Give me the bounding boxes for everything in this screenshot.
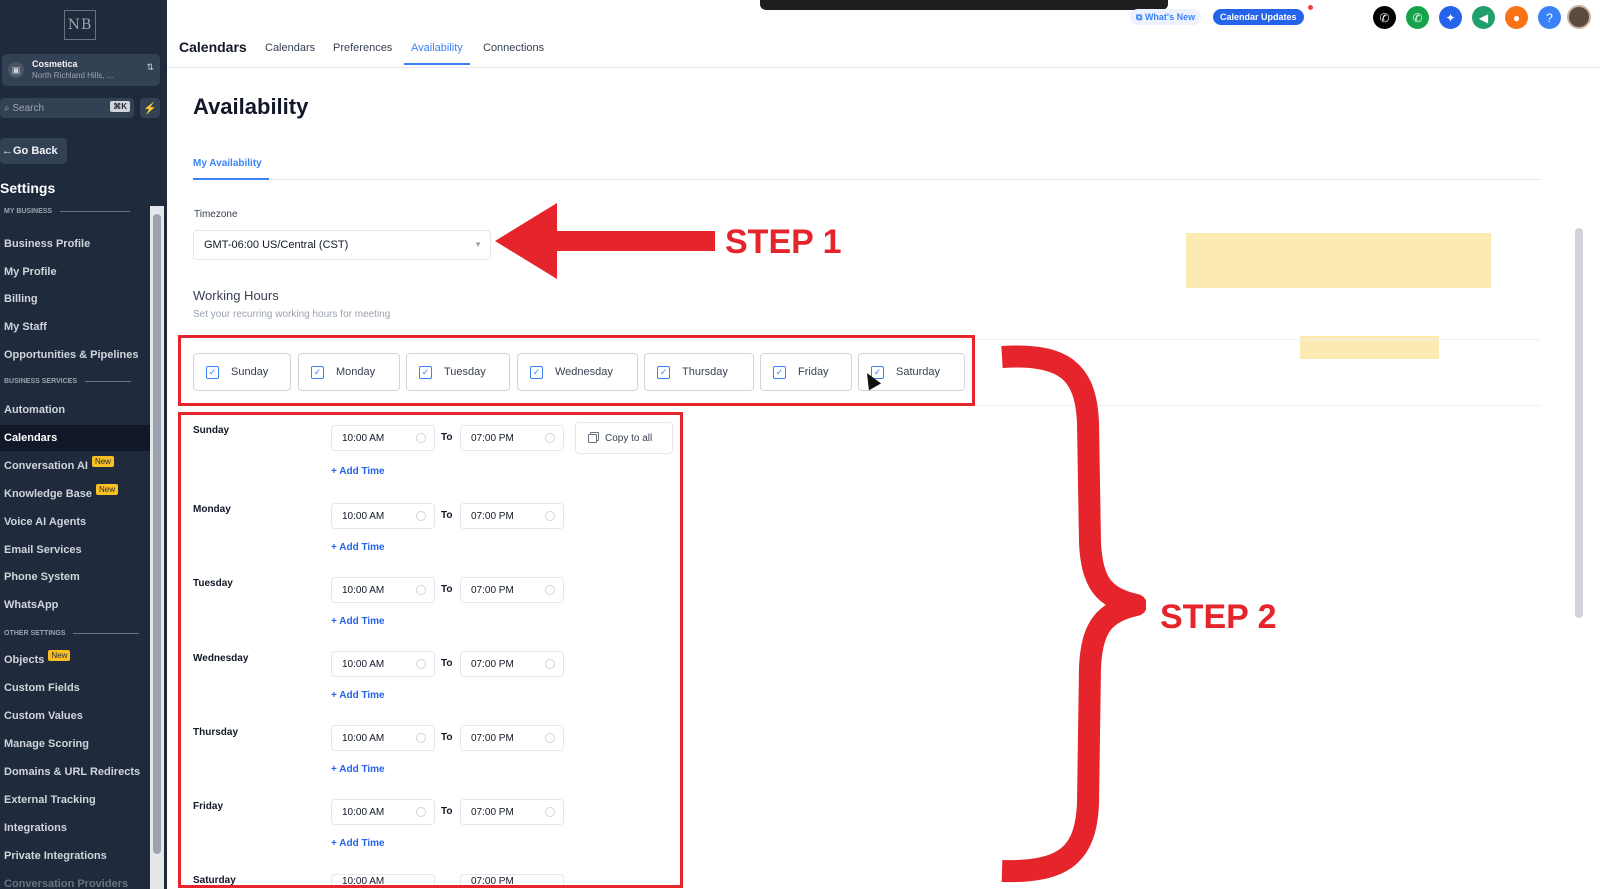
search-placeholder: Search [12, 102, 45, 114]
sidebar-item-conversation-providers[interactable]: Conversation Providers [0, 871, 150, 889]
sidebar-item-manage-scoring[interactable]: Manage Scoring [0, 731, 150, 757]
calendar-updates-button[interactable]: Calendar Updates [1213, 9, 1304, 25]
new-badge: New [96, 483, 119, 495]
section-business-services: BUSINESS SERVICES [4, 378, 132, 385]
sidebar-item-custom-fields[interactable]: Custom Fields [0, 675, 150, 701]
new-badge: New [48, 649, 71, 661]
new-badge: New [91, 455, 114, 467]
sidebar-item-private-integrations[interactable]: Private Integrations [0, 843, 150, 869]
timezone-value: GMT-06:00 US/Central (CST) [204, 239, 349, 251]
go-back-label: Go Back [13, 145, 58, 157]
sidebar-item-knowledge-base[interactable]: Knowledge Base New [0, 481, 150, 507]
overlay-strip [760, 0, 1168, 10]
section-my-business: MY BUSINESS [4, 208, 131, 215]
search-shortcut: ⌘K [110, 101, 130, 112]
blank-overlay [1377, 730, 1600, 864]
working-hours-title: Working Hours [193, 288, 279, 303]
sidebar-item-domains[interactable]: Domains & URL Redirects [0, 759, 150, 785]
search-icon: ⌕ [4, 102, 13, 114]
subtab-indicator [193, 178, 269, 180]
chevron-updown-icon: ⇅ [146, 62, 154, 72]
account-switcher[interactable]: ▣ Cosmetica North Richland Hills, ... ⇅ [2, 54, 160, 86]
step2-brace-icon [1001, 345, 1146, 883]
tab-calendars[interactable]: Calendars [265, 42, 315, 54]
sidebar-item-my-profile[interactable]: My Profile [0, 259, 150, 285]
day-toggles-highlight [178, 335, 975, 406]
user-avatar[interactable] [1567, 5, 1591, 29]
call-icon[interactable]: ✆ [1406, 6, 1429, 29]
app-title: Calendars [179, 39, 247, 55]
sidebar-item-email-services[interactable]: Email Services [0, 537, 150, 563]
settings-title: Settings [0, 180, 56, 196]
whats-new-button[interactable]: ⧉ What's New [1130, 9, 1202, 25]
schedule-highlight [178, 412, 683, 888]
step1-arrow-icon [495, 203, 715, 279]
page-title: Availability [193, 94, 309, 119]
tab-my-availability[interactable]: My Availability [193, 158, 262, 169]
bell-icon[interactable]: ● [1505, 6, 1528, 29]
chevron-down-icon: ▼ [474, 240, 482, 249]
phone-icon[interactable]: ✆ [1373, 6, 1396, 29]
sidebar-item-phone-system[interactable]: Phone System [0, 564, 150, 590]
megaphone-icon[interactable]: ◀ [1472, 6, 1495, 29]
brand-logo: NB [64, 10, 96, 40]
go-back-button[interactable]: ← Go Back [0, 138, 67, 164]
tab-availability[interactable]: Availability [411, 42, 463, 54]
tab-connections[interactable]: Connections [483, 42, 544, 54]
main-scrollbar[interactable] [1575, 228, 1583, 618]
sidebar-item-my-staff[interactable]: My Staff [0, 314, 150, 340]
arrow-left-icon: ← [2, 145, 13, 157]
sidebar-item-integrations[interactable]: Integrations [0, 815, 150, 841]
sidebar-item-objects[interactable]: Objects New [0, 647, 150, 673]
highlight-block [1186, 233, 1491, 288]
sidebar-item-opportunities[interactable]: Opportunities & Pipelines [0, 342, 150, 368]
sidebar-item-billing[interactable]: Billing [0, 286, 150, 312]
sidebar-item-conversation-ai[interactable]: Conversation AI New [0, 453, 150, 479]
sidebar-item-whatsapp[interactable]: WhatsApp [0, 592, 150, 618]
step2-label: STEP 2 [1160, 598, 1277, 636]
sidebar-item-custom-values[interactable]: Custom Values [0, 703, 150, 729]
magic-icon[interactable]: ✦ [1439, 6, 1462, 29]
help-icon[interactable]: ? [1538, 6, 1561, 29]
search-input[interactable]: ⌕ Search ⌘K [0, 98, 134, 118]
sidebar-item-business-profile[interactable]: Business Profile [0, 231, 150, 257]
step1-label: STEP 1 [725, 223, 842, 261]
sidebar-item-calendars[interactable]: Calendars [0, 425, 150, 451]
notification-dot [1308, 5, 1313, 10]
whats-new-icon: ⧉ [1136, 12, 1145, 22]
active-tab-indicator [404, 63, 470, 65]
sidebar: NB ▣ Cosmetica North Richland Hills, ...… [0, 0, 167, 889]
section-other-settings: OTHER SETTINGS [4, 630, 140, 637]
sidebar-scrollbar[interactable] [150, 206, 164, 889]
timezone-label: Timezone [194, 209, 238, 220]
working-hours-subtitle: Set your recurring working hours for mee… [193, 309, 391, 320]
sidebar-item-voice-ai-agents[interactable]: Voice AI Agents [0, 509, 150, 535]
sidebar-item-external-tracking[interactable]: External Tracking [0, 787, 150, 813]
account-name: Cosmetica [32, 59, 78, 69]
account-location: North Richland Hills, ... [32, 71, 114, 80]
tab-preferences[interactable]: Preferences [333, 42, 392, 54]
timezone-select[interactable]: GMT-06:00 US/Central (CST) ▼ [193, 230, 491, 260]
sidebar-item-automation[interactable]: Automation [0, 397, 150, 423]
subtab-divider [269, 179, 1541, 180]
building-icon: ▣ [8, 62, 24, 78]
quick-action-icon[interactable]: ⚡ [140, 98, 160, 118]
